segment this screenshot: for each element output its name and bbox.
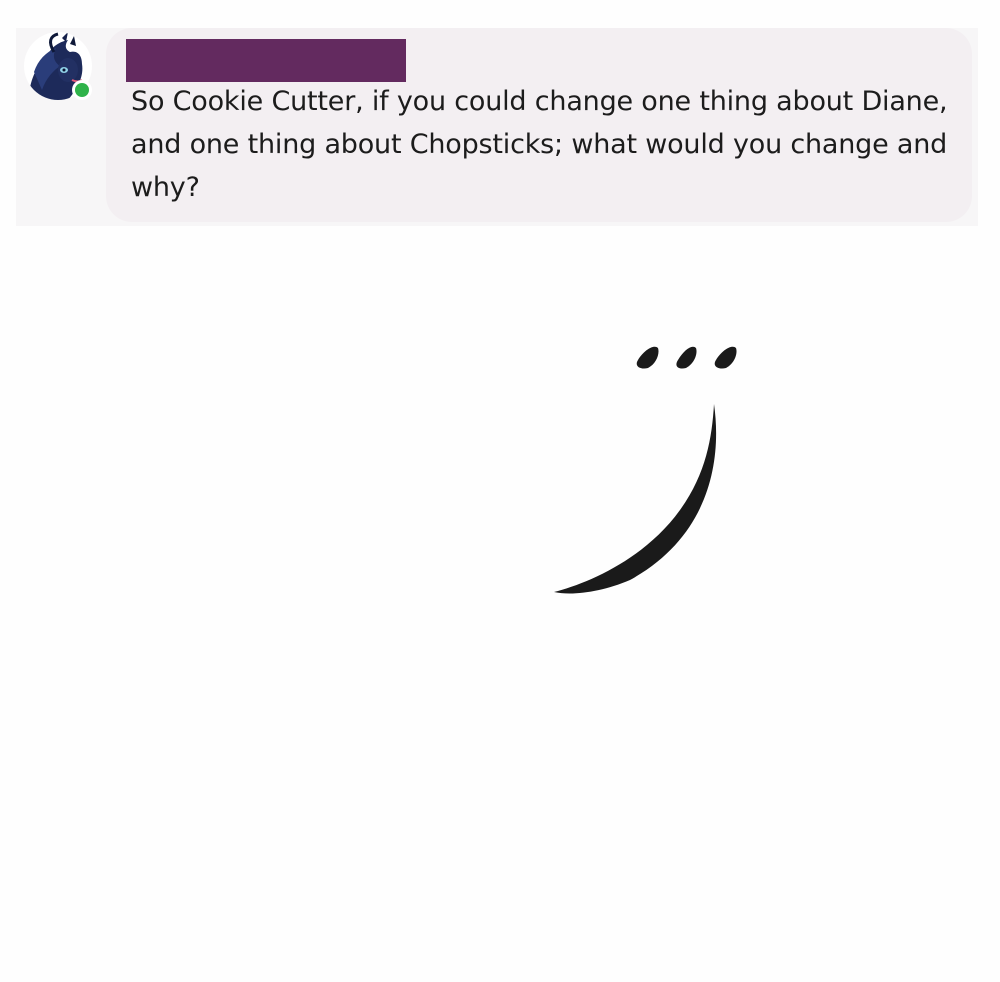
redacted-sender-name	[126, 39, 406, 82]
dot-left	[636, 346, 659, 369]
brushstroke-face-icon	[554, 346, 737, 594]
dot-right	[714, 346, 737, 369]
message-text: So Cookie Cutter, if you could change on…	[131, 86, 948, 203]
chat-screenshot: So Cookie Cutter, if you could change on…	[0, 0, 1000, 982]
curved-stroke	[554, 404, 717, 594]
dot-middle	[676, 346, 697, 369]
online-status-indicator	[72, 80, 92, 100]
